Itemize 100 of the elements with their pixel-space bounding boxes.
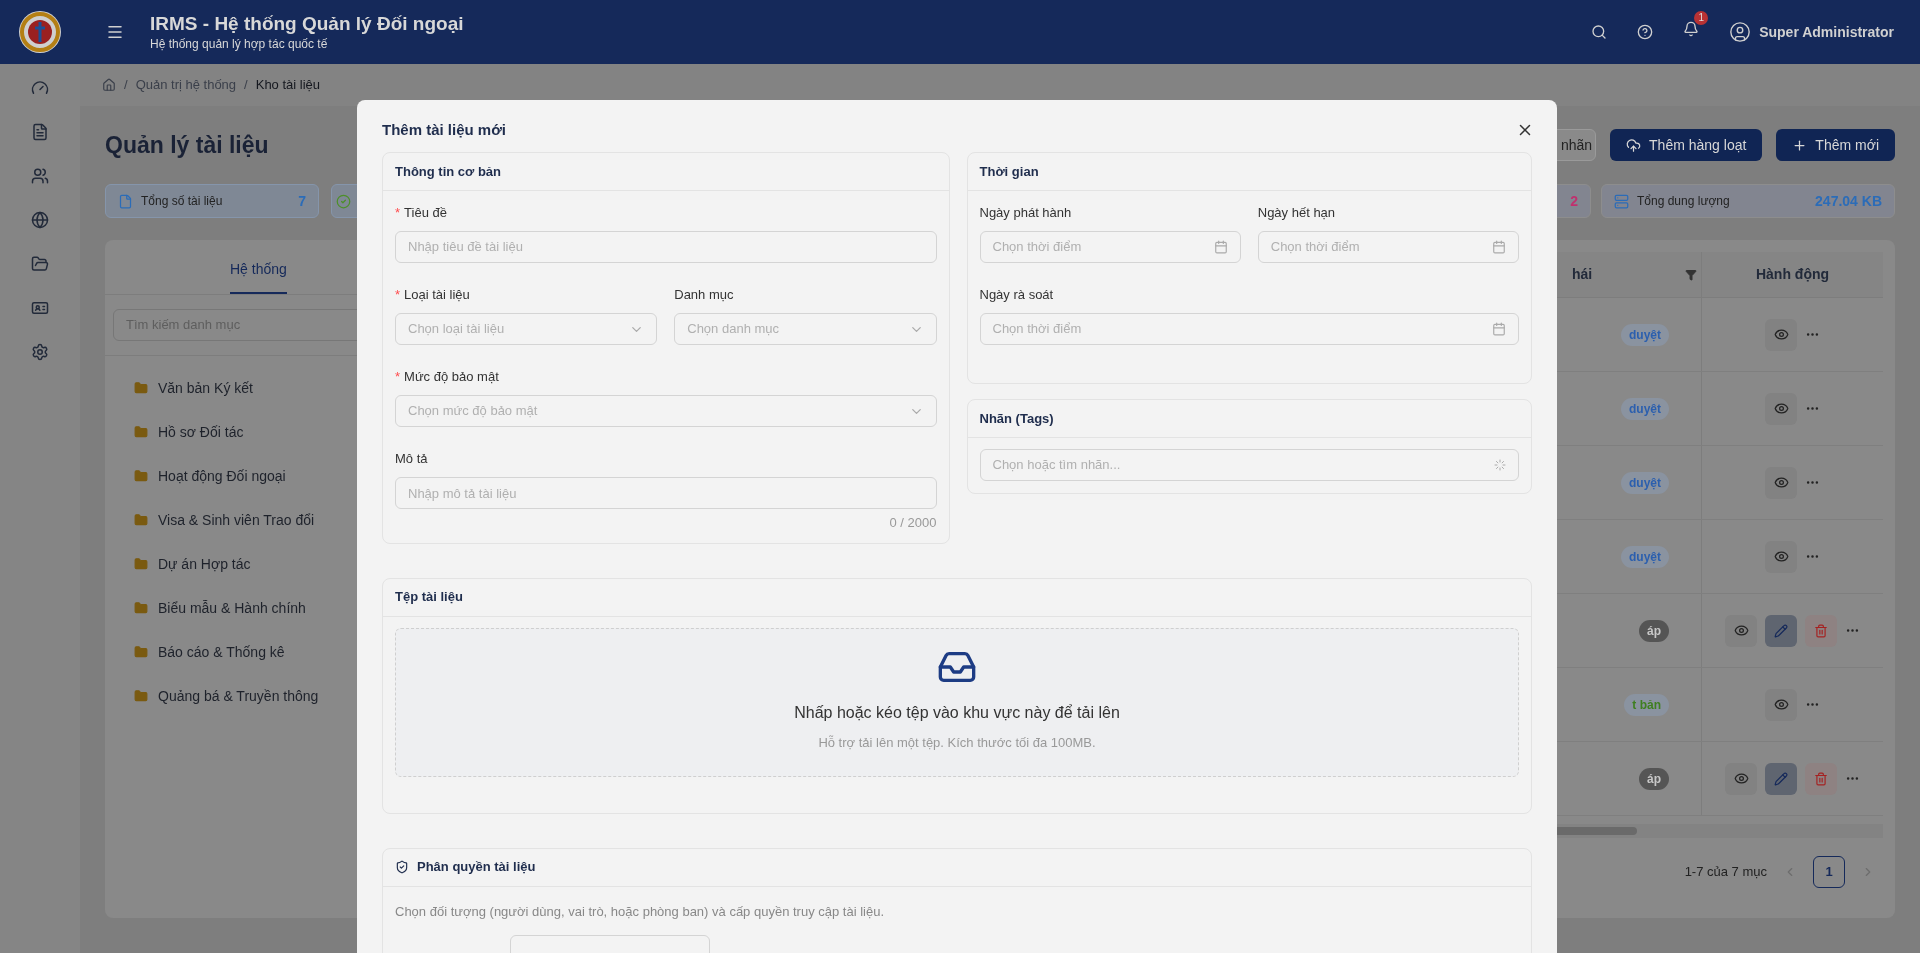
view-button[interactable] <box>1725 614 1757 647</box>
category-tab[interactable]: Hệ thống <box>230 259 287 294</box>
field-label: Ngày rà soát <box>979 286 1054 305</box>
breadcrumb-separator: / <box>244 76 248 95</box>
folder-icon <box>134 425 148 439</box>
card-title: Thời gian <box>979 162 1039 181</box>
bell-icon <box>1683 21 1700 37</box>
filter-icon[interactable] <box>1685 268 1697 281</box>
status-badge: duyệt <box>1621 471 1669 494</box>
column-header: hái <box>1570 265 1594 284</box>
field-label: Loại tài liệu <box>404 286 470 305</box>
app-title: IRMS - Hệ thống Quản lý Đối ngoại <box>150 12 464 36</box>
page-title: Quản lý tài liệu <box>105 130 269 160</box>
view-button[interactable] <box>1765 466 1797 499</box>
category-item[interactable]: Quảng bá & Truyền thông <box>158 685 319 707</box>
breadcrumb-link[interactable]: Quản trị hệ thống <box>135 75 237 95</box>
toolbar-button[interactable]: Thêm mới <box>1776 129 1895 161</box>
app-subtitle: Hệ thống quản lý hợp tác quốc tế <box>150 36 329 52</box>
stat-label: Tổng số tài liệu <box>141 193 224 210</box>
view-button[interactable] <box>1765 688 1797 721</box>
category-item[interactable]: Văn bản Ký kết <box>158 377 253 399</box>
upload-icon <box>1626 137 1642 153</box>
category-item[interactable]: Biểu mẫu & Hành chính <box>158 597 306 619</box>
plus-icon <box>1792 137 1808 153</box>
view-button[interactable] <box>1765 392 1797 425</box>
trash-icon <box>1814 623 1828 638</box>
eye-icon <box>1733 623 1749 638</box>
folder-icon <box>134 381 148 395</box>
menu-icon <box>106 23 124 41</box>
status-badge: duyệt <box>1621 545 1669 568</box>
folder-icon <box>134 557 148 571</box>
eye-icon <box>1773 697 1789 712</box>
search-button[interactable] <box>1591 24 1608 40</box>
category-item[interactable]: Hoạt động Đối ngoại <box>158 465 286 487</box>
required-mark: * <box>395 286 401 305</box>
page-button[interactable]: 1 <box>1813 856 1845 888</box>
help-icon <box>1637 24 1654 40</box>
user-icon <box>1729 21 1752 43</box>
status-badge: t bản <box>1624 693 1669 716</box>
breadcrumb-separator: / <box>124 76 128 95</box>
status-badge: áp <box>1639 767 1669 790</box>
field-label: Mức độ bảo mật <box>404 368 499 387</box>
field-label: Danh mục <box>674 286 734 305</box>
card-title: Tệp tài liệu <box>395 588 463 607</box>
eye-icon <box>1773 401 1789 416</box>
upload-text: Nhấp hoặc kéo tệp vào khu vực này để tải lên <box>794 703 1120 724</box>
pencil-icon <box>1774 623 1788 638</box>
folder-icon <box>134 601 148 615</box>
eye-icon <box>1733 771 1749 786</box>
status-badge: áp <box>1639 619 1669 642</box>
stat-label: Tổng dung lượng <box>1637 193 1731 210</box>
home-icon[interactable] <box>102 78 116 92</box>
user-menu[interactable]: Super Administrator <box>1729 21 1894 43</box>
pagination-summary: 1-7 của 7 mục <box>1684 863 1767 882</box>
status-badge: duyệt <box>1621 323 1669 346</box>
pencil-icon <box>1774 771 1788 786</box>
category-item[interactable]: Visa & Sinh viên Trao đổi <box>158 509 315 531</box>
required-mark: * <box>395 368 401 387</box>
stat-value: 7 <box>298 191 306 211</box>
card-title: Nhãn (Tags) <box>979 409 1054 428</box>
edit-button[interactable] <box>1765 614 1797 647</box>
field-label: Mô tả <box>395 450 428 469</box>
toolbar-button[interactable]: Thêm hàng loạt <box>1610 129 1763 161</box>
eye-icon <box>1773 327 1789 342</box>
folder-icon <box>134 469 148 483</box>
menu-button[interactable] <box>106 23 124 41</box>
loading-icon <box>1494 459 1506 471</box>
folder-icon <box>134 645 148 659</box>
required-mark: * <box>395 204 401 223</box>
category-item[interactable]: Hồ sơ Đối tác <box>158 421 244 443</box>
logo <box>18 10 62 54</box>
notifications-button[interactable] <box>1683 21 1700 37</box>
eye-icon <box>1773 549 1789 564</box>
view-button[interactable] <box>1725 762 1757 795</box>
field-label: Ngày hết hạn <box>1257 204 1336 223</box>
help-button[interactable] <box>1637 24 1654 40</box>
card-title: Phân quyền tài liệu <box>417 858 536 877</box>
storage-icon <box>1614 193 1629 209</box>
modal-title: Thêm tài liệu mới <box>382 119 507 140</box>
upload-dropzone[interactable]: Nhấp hoặc kéo tệp vào khu vực này để tải lên Hỗ trợ tải lên một tệp. Kích thước tối đa 100MB. <box>395 627 1519 777</box>
category-item[interactable]: Dự án Hợp tác <box>158 553 251 575</box>
permissions-description: Chọn đối tượng (người dùng, vai trò, hoặc phòng ban) và cấp quyền truy cập tài liệu. <box>395 903 885 919</box>
calendar-icon <box>1213 240 1228 254</box>
stat-value: 247.04 KB <box>1815 191 1882 211</box>
calendar-icon <box>1492 322 1506 336</box>
eye-icon <box>1773 475 1789 490</box>
folder-icon <box>134 689 148 703</box>
trash-icon <box>1814 771 1828 786</box>
view-button[interactable] <box>1765 540 1797 573</box>
upload-hint: Hỗ trợ tải lên một tệp. Kích thước tối đa 100MB. <box>818 734 1096 753</box>
notification-badge: 1 <box>1694 11 1709 25</box>
field-label: Tiêu đề <box>404 204 447 223</box>
column-header: Hành động <box>1754 265 1831 284</box>
shield-icon <box>395 860 409 874</box>
category-item[interactable]: Báo cáo & Thống kê <box>158 641 285 663</box>
view-button[interactable] <box>1765 318 1797 351</box>
character-counter: 0 / 2000 <box>889 514 937 532</box>
stat-value: 2 <box>1570 191 1578 211</box>
edit-button[interactable] <box>1765 762 1797 795</box>
card-title: Thông tin cơ bản <box>395 162 501 181</box>
